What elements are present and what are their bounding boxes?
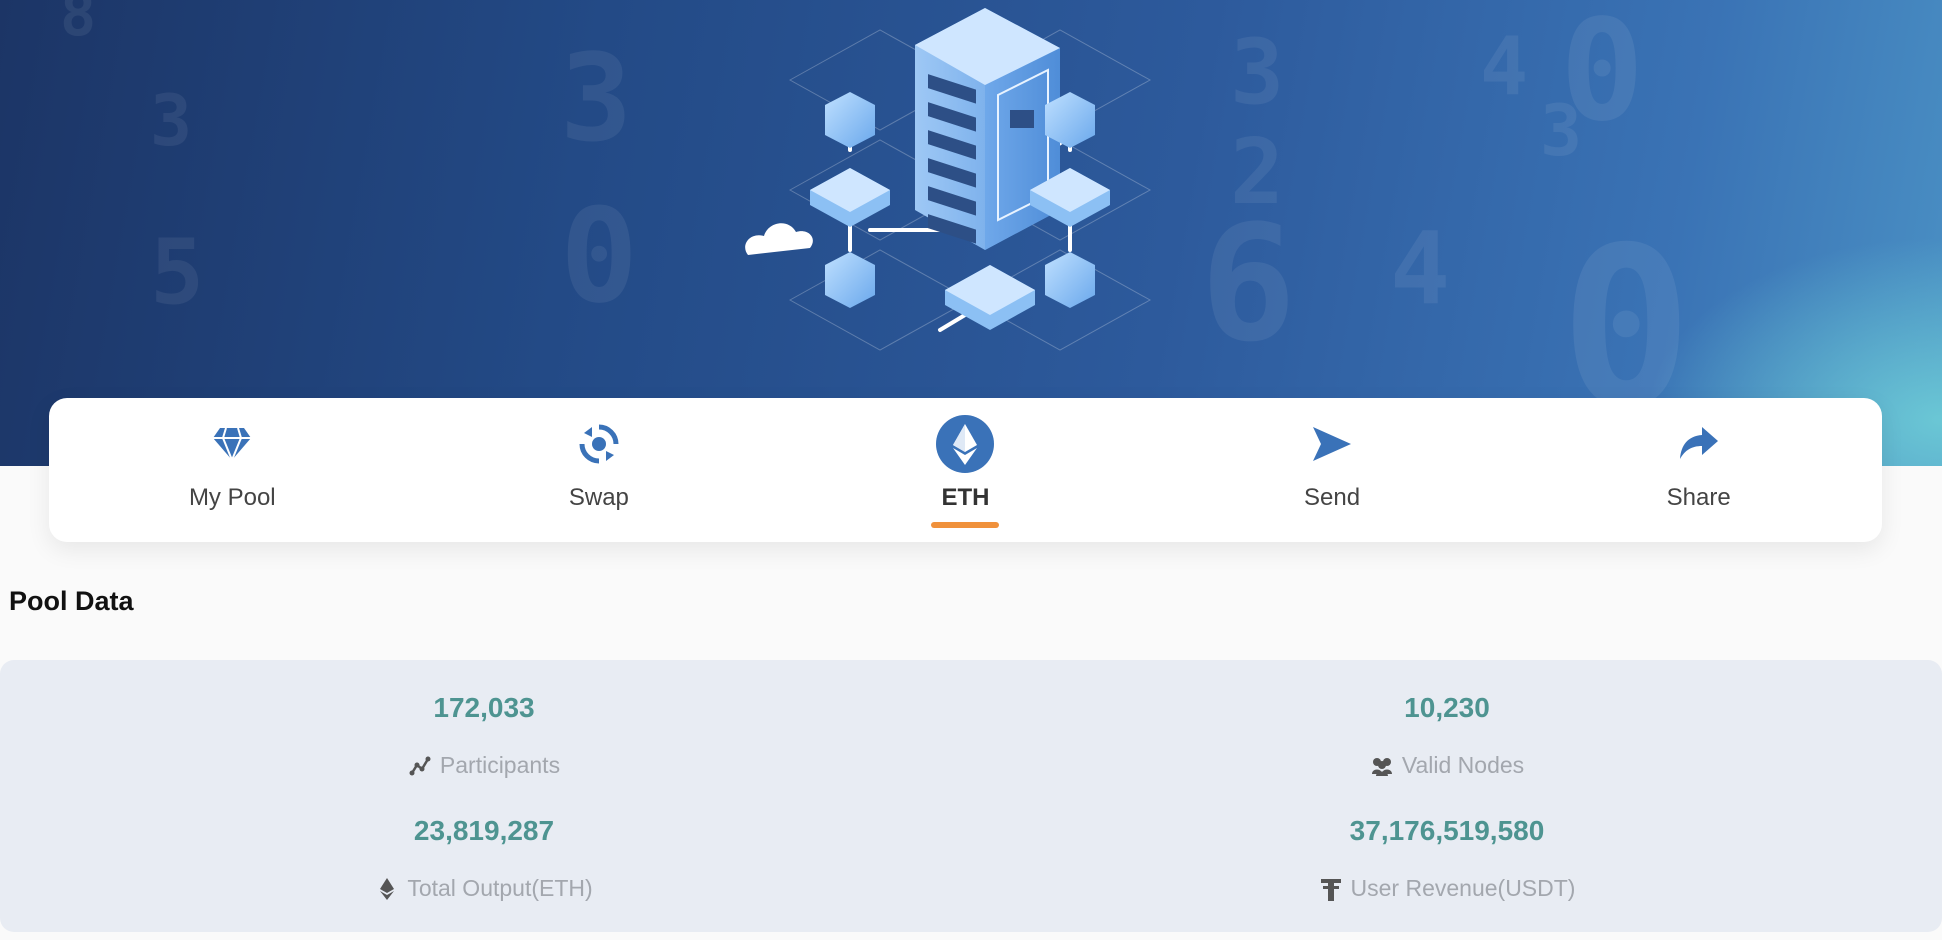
stat-user-revenue: 37,176,519,580 User Revenue(USDT) [1147,815,1747,902]
stat-label: Total Output(ETH) [407,875,593,901]
server-illustration [745,8,1152,351]
ethereum-icon [935,414,995,474]
nav-label: Swap [568,484,629,511]
background-digit: 6 [1200,190,1297,377]
diamond-icon [202,414,262,474]
stat-value: 10,230 [1404,692,1490,723]
nav-label: My Pool [188,484,276,511]
trend-line-icon [408,754,432,778]
background-digit: 3 [150,80,193,162]
nav-item-share[interactable]: Share [1515,398,1882,542]
stat-total-output: 23,819,287 Total Output(ETH) [184,815,784,902]
stat-value: 37,176,519,580 [1349,815,1545,846]
hero-banner: 8 3 5 3 0 3 2 6 4 4 3 0 0 [0,0,1942,466]
background-digit: 0 [560,180,639,332]
ethereum-icon [375,877,399,901]
share-icon [1669,414,1729,474]
nav-label: Share [1666,484,1731,511]
send-icon [1302,414,1362,474]
swap-cycle-icon [569,414,629,474]
stat-value: 172,033 [433,692,535,723]
background-digit: 0 [1560,0,1645,153]
stat-participants: 172,033 Participants [184,692,784,779]
nav-label: Send [1304,484,1361,511]
stat-value: 23,819,287 [413,815,555,846]
quick-nav: My Pool Swap ETH Send Share [49,398,1882,542]
background-digit: 5 [150,220,205,325]
nav-item-send[interactable]: Send [1149,398,1516,542]
background-digit: 4 [1480,20,1529,113]
background-digit: 3 [560,30,633,169]
section-title: Pool Data [9,586,134,616]
nav-item-swap[interactable]: Swap [416,398,783,542]
users-icon [1370,754,1394,778]
active-tab-indicator [931,522,1000,528]
tether-icon [1319,877,1343,901]
background-digit: 8 [60,0,97,50]
nav-label: ETH [941,484,990,511]
nav-item-my-pool[interactable]: My Pool [49,398,416,542]
stat-label: Participants [439,752,561,778]
nav-item-eth[interactable]: ETH [782,398,1149,542]
pool-stats-panel: 172,033 Participants 10,230 Valid Nodes … [0,660,1942,932]
background-digit: 3 [1230,20,1285,125]
stat-label: User Revenue(USDT) [1350,875,1576,901]
stat-label: Valid Nodes [1401,752,1525,778]
background-digit: 4 [1390,210,1451,327]
stat-valid-nodes: 10,230 Valid Nodes [1147,692,1747,779]
